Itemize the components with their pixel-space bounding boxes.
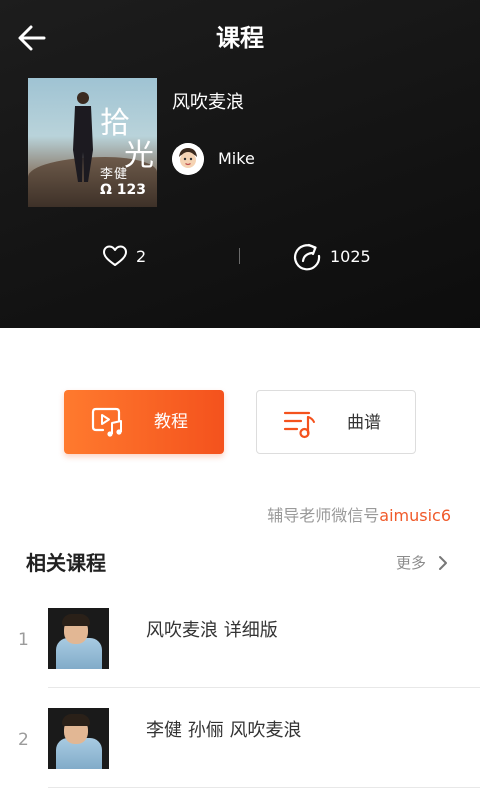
page-title: 课程 [216,24,264,52]
thumb-hair [62,614,90,626]
tutor-note-prefix: 辅导老师微信号 [267,506,380,525]
item-name: 风吹麦浪 详细版 [146,620,278,641]
course-cover-image: 拾 光 李 健 Ω 123 [28,78,157,207]
cover-artist-char-2: 健 [114,167,128,182]
thumb-hair [62,714,90,726]
course-page: 课程 拾 光 李 健 Ω 123 风吹麦浪 Mike 2 1025 教程 曲谱 … [0,0,480,800]
music-score-icon [283,411,315,439]
cover-badge-text: 123 [116,182,147,198]
related-course-item[interactable]: 2 李健 孙俪 风吹麦浪 [0,700,480,796]
like-button[interactable]: 2 [102,240,146,272]
score-label: 曲谱 [347,413,381,433]
item-index: 1 [18,630,29,650]
tutorial-label: 教程 [154,412,188,432]
headphone-icon: Ω [100,182,112,198]
share-icon [293,243,321,271]
cover-title-char-1: 拾 [100,106,130,141]
item-divider [48,687,480,688]
share-count: 1025 [330,246,371,266]
course-header: 课程 拾 光 李 健 Ω 123 风吹麦浪 Mike 2 1025 [0,0,480,328]
heart-icon [103,245,127,266]
author-avatar[interactable] [172,143,204,175]
share-button[interactable]: 1025 [292,240,371,272]
tutor-wechat-id[interactable]: aimusic6 [379,506,451,525]
cover-title-char-2: 光 [124,138,154,173]
author-name[interactable]: Mike [218,148,255,170]
item-thumbnail [48,608,109,669]
tutorial-button[interactable]: 教程 [64,390,224,454]
like-count: 2 [136,246,147,266]
item-index: 2 [18,730,29,750]
cover-singer-figure [73,92,93,182]
stats-divider [239,248,240,264]
cover-badge: Ω 123 [100,182,146,198]
chevron-right-icon [439,556,447,570]
course-song-title: 风吹麦浪 [172,92,244,113]
more-link[interactable]: 更多 [396,552,448,574]
cartoon-face-icon [172,143,204,175]
item-name: 李健 孙俪 风吹麦浪 [146,720,302,741]
item-divider [48,787,480,788]
related-course-item[interactable]: 1 风吹麦浪 详细版 [0,600,480,696]
more-label: 更多 [395,554,426,572]
cover-artist-char-1: 李 [100,167,114,182]
item-thumbnail [48,708,109,769]
video-music-icon [91,407,122,437]
tutor-wechat-note: 辅导老师微信号aimusic6 [267,505,451,527]
related-courses-title: 相关课程 [26,551,106,575]
score-button[interactable]: 曲谱 [256,390,416,454]
